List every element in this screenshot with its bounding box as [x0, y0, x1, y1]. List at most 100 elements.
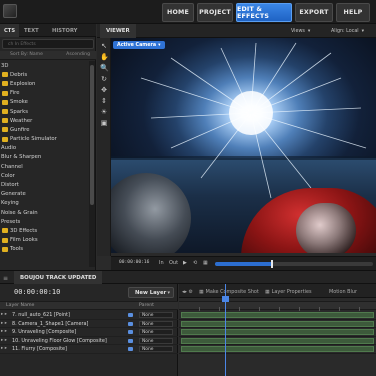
expand-arrow-icon[interactable]: ▸ ▸	[1, 312, 7, 317]
list-item[interactable]: Color	[0, 171, 88, 180]
active-camera-button[interactable]: Active Camera ▾	[113, 41, 165, 49]
effects-panel-tabs: CTS TEXT HISTORY	[0, 24, 96, 37]
timeline-tracks-panel: ◂▸ ⚙ ▦ Make Composite Shot ▦ Layer Propert…	[179, 284, 376, 376]
list-item[interactable]: Fire	[0, 89, 88, 98]
list-item[interactable]: Gunfire	[0, 125, 88, 134]
list-item[interactable]: 3D	[0, 61, 88, 70]
layer-clip[interactable]	[181, 329, 374, 336]
tab-effects[interactable]: CTS	[0, 24, 20, 37]
effects-list: 3D Debris Explosion Fire Smoke Sparks We…	[0, 61, 88, 267]
expand-arrow-icon[interactable]: ▸ ▸	[1, 321, 7, 326]
viewer-scrubber[interactable]	[215, 260, 373, 268]
layer-visibility-icon[interactable]	[128, 338, 133, 343]
table-row[interactable]: ▸ ▸ 7. null_auto_621 [Point] None	[0, 311, 178, 320]
camera-tool-icon[interactable]: ▣	[100, 119, 108, 127]
parent-select[interactable]: None	[139, 346, 173, 353]
list-item[interactable]: Audio	[0, 144, 88, 153]
new-layer-button[interactable]: New Layer ▾	[128, 287, 174, 298]
effects-list-scrollbar[interactable]	[89, 61, 95, 267]
list-item[interactable]: Sparks	[0, 107, 88, 116]
table-row[interactable]: ▸ ▸ 8. Camera_1_Shape1 [Camera] None	[0, 320, 178, 329]
playhead[interactable]	[225, 284, 226, 376]
list-item[interactable]: Explosion	[0, 79, 88, 88]
list-item[interactable]: Particle Simulator	[0, 135, 88, 144]
folder-icon	[2, 99, 8, 105]
out-point-button[interactable]: Out	[169, 260, 178, 266]
layer-visibility-icon[interactable]	[128, 313, 133, 317]
in-point-button[interactable]: In	[159, 260, 164, 266]
orbit-tool-icon[interactable]: ↻	[100, 75, 108, 83]
list-item[interactable]: Debris	[0, 70, 88, 79]
list-item[interactable]: Blur & Sharpen	[0, 153, 88, 162]
scrollbar-thumb[interactable]	[90, 65, 94, 205]
sort-order-dropdown[interactable]: Ascending	[66, 52, 90, 57]
zoom-tool-icon[interactable]: 🔍	[100, 64, 109, 72]
folder-icon	[2, 228, 8, 234]
select-tool-icon[interactable]: ↖	[100, 42, 108, 50]
table-row[interactable]: ▸ ▸ 9. Unraveling [Composite] None	[0, 328, 178, 337]
menu-help-button[interactable]: HELP	[336, 3, 370, 22]
loop-icon[interactable]: ⟲	[193, 260, 197, 266]
layer-clip[interactable]	[181, 320, 374, 327]
views-dropdown[interactable]: Views ▾	[291, 27, 310, 36]
app-logo-icon	[3, 4, 17, 18]
layer-visibility-icon[interactable]	[128, 330, 133, 335]
layer-clip[interactable]	[181, 346, 374, 353]
light-tool-icon[interactable]: ☀	[100, 108, 108, 116]
folder-icon	[2, 246, 8, 252]
layer-column-headers: Layer Name Parent	[0, 301, 178, 310]
pan-tool-icon[interactable]: ✥	[100, 86, 108, 94]
hand-tool-icon[interactable]: ✋	[100, 53, 109, 61]
dolly-tool-icon[interactable]: ⇕	[100, 97, 108, 105]
timeline-icon: ≡	[3, 275, 9, 282]
list-item[interactable]: Keying	[0, 199, 88, 208]
list-item[interactable]: Film Looks	[0, 236, 88, 245]
layer-properties-button[interactable]: ▦ Layer Properties	[265, 287, 312, 296]
settings-icon[interactable]: ▦	[203, 260, 208, 266]
table-row[interactable]: ▸ ▸ 10. Unraveling Floor Glow [Composite]…	[0, 337, 178, 346]
layer-visibility-icon[interactable]	[128, 321, 133, 326]
make-composite-shot-button[interactable]: ▦ Make Composite Shot	[199, 287, 259, 296]
chevron-down-icon: ▾	[158, 42, 161, 48]
list-item[interactable]: Channel	[0, 162, 88, 171]
expand-arrow-icon[interactable]: ▸ ▸	[1, 346, 7, 351]
list-item[interactable]: Distort	[0, 180, 88, 189]
menu-edit-effects-button[interactable]: EDIT & EFFECTS	[236, 3, 292, 22]
menu-home-button[interactable]: HOME	[162, 3, 194, 22]
layer-clip[interactable]	[181, 312, 374, 318]
list-item[interactable]: Smoke	[0, 98, 88, 107]
parent-header: Parent	[139, 303, 155, 308]
timeline-ruler[interactable]	[179, 301, 376, 311]
align-dropdown[interactable]: Align: Local ▾	[331, 27, 364, 36]
layer-visibility-icon[interactable]	[128, 347, 133, 352]
play-icon[interactable]: ▶	[183, 260, 187, 266]
folder-icon	[2, 109, 8, 115]
list-item[interactable]: Tools	[0, 245, 88, 254]
list-item[interactable]: Generate	[0, 190, 88, 199]
effects-search-input[interactable]: ch In Effects	[2, 39, 94, 49]
list-item[interactable]: Noise & Grain	[0, 208, 88, 217]
current-time[interactable]: 00:00:00:10	[14, 288, 60, 296]
sort-label: Sort By: Name	[10, 52, 43, 57]
motion-blur-button[interactable]: Motion Blur	[329, 287, 357, 296]
scrubber-handle[interactable]	[271, 260, 273, 268]
expand-arrow-icon[interactable]: ▸ ▸	[1, 329, 7, 334]
table-row[interactable]: ▸ ▸ 11. Flurry [Composite] None	[0, 345, 178, 354]
layer-clip[interactable]	[181, 337, 374, 344]
menu-project-button[interactable]: PROJECT	[197, 3, 233, 22]
parent-select[interactable]: None	[139, 337, 173, 344]
list-item[interactable]: Weather	[0, 116, 88, 125]
sort-bar[interactable]: Sort By: Name Ascending	[0, 51, 96, 60]
parent-select[interactable]: None	[139, 312, 173, 318]
timeline-controls-icon[interactable]: ◂▸ ⚙	[182, 287, 193, 296]
chevron-down-icon: ▾	[361, 29, 365, 34]
expand-arrow-icon[interactable]: ▸ ▸	[1, 338, 7, 343]
list-item[interactable]: 3D Effects	[0, 226, 88, 235]
parent-select[interactable]: None	[139, 320, 173, 327]
list-item[interactable]: Presets	[0, 217, 88, 226]
parent-select[interactable]: None	[139, 329, 173, 336]
tab-text[interactable]: TEXT	[20, 24, 43, 37]
menu-export-button[interactable]: EXPORT	[295, 3, 333, 22]
viewer-canvas[interactable]: Active Camera ▾	[111, 38, 376, 253]
tab-history[interactable]: HISTORY	[48, 24, 81, 37]
